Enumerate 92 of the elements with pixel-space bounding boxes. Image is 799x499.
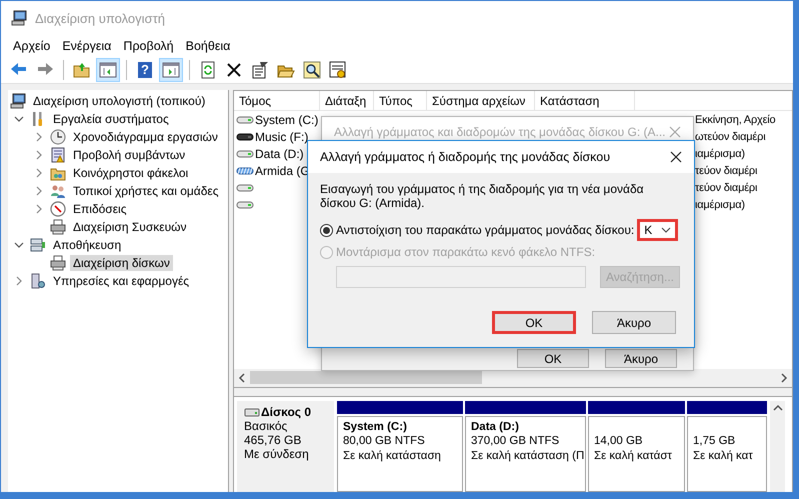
drive-letter-dropdown[interactable]: K [637, 219, 678, 241]
storage-icon [30, 237, 46, 253]
tree-item[interactable]: Διαχείριση Συσκευών [70, 219, 190, 235]
chevron-down-icon[interactable] [14, 240, 24, 250]
properties-icon [250, 60, 270, 80]
settings-icon [328, 60, 348, 80]
action-pane-icon [161, 60, 181, 80]
column-header[interactable]: Τύπος [374, 91, 427, 110]
computer-icon [11, 10, 27, 26]
tree-item[interactable]: Επιδόσεις [70, 201, 130, 217]
tree-item[interactable]: Υπηρεσίες και εφαρμογές [50, 273, 192, 289]
users-icon [50, 183, 66, 199]
option-label: Μοντάρισμα στον παρακάτω κενό φάκελο NTFS: [336, 245, 596, 259]
printer-icon [50, 219, 66, 235]
menu-item[interactable]: Προβολή [117, 39, 180, 53]
partition-status: Σε καλή κατάσταση (Π [471, 448, 582, 464]
tree-item[interactable]: Προβολή συμβάντων [70, 147, 188, 163]
table-cell: Εκκίνηση, Αρχείο [695, 114, 776, 126]
partition-block[interactable]: Data (D:) 370,00 GB NTFS Σε καλή κατάσταση (Π [465, 416, 586, 492]
dialog-prompt: Εισαγωγή του γράμματος ή της διαδρομής για τη νέα μονάδα δίσκου G: (Armida). [320, 182, 645, 210]
partition-name: System (C:) [343, 420, 408, 434]
action-pane-button[interactable] [159, 58, 183, 82]
disk-name: Δίσκος 0 [261, 404, 312, 419]
scrollbar-thumb[interactable] [250, 371, 482, 384]
chevron-right-icon[interactable] [34, 204, 44, 214]
tree-item[interactable]: Εργαλεία συστήματος [50, 111, 172, 127]
console-tree-icon [98, 60, 118, 80]
radio-button[interactable] [320, 224, 333, 236]
services-icon [30, 273, 46, 289]
table-cell: ιαμέρισμα) [695, 198, 745, 210]
column-header[interactable]: Διάταξη [320, 91, 374, 110]
chevron-right-icon[interactable] [34, 132, 44, 142]
tree-item[interactable]: Τοπικοί χρήστες και ομάδες [70, 183, 222, 199]
chevron-down-icon [661, 226, 671, 234]
menu-item[interactable]: Βοήθεια [180, 39, 236, 53]
scroll-left-icon[interactable] [238, 372, 246, 383]
partition-status: Σε καλή κατάσταση [343, 448, 442, 464]
partition-size: 14,00 GB [594, 434, 644, 449]
column-header[interactable]: Σύστημα αρχείων [427, 91, 535, 110]
column-header[interactable]: Κατάσταση [535, 91, 635, 110]
chevron-right-icon[interactable] [34, 168, 44, 178]
dialog-button[interactable]: OK [517, 349, 589, 368]
partition-size: 1,75 GB [693, 434, 736, 449]
tree-item[interactable]: Αποθήκευση [50, 237, 124, 253]
dialog-title: Αλλαγή γράμματος και διαδρομών της μονάδας δίσκου G: (A... [334, 125, 666, 139]
menu-item[interactable]: Ενέργεια [56, 39, 118, 53]
volume-name: System (C:) [255, 112, 318, 126]
help-button[interactable]: ? [133, 58, 157, 82]
column-header[interactable]: Τόμος [234, 91, 320, 110]
scroll-up-icon[interactable] [772, 404, 782, 412]
table-cell: τεύον διαμέρι [695, 182, 758, 194]
computer-icon [10, 93, 26, 109]
tree-item[interactable]: Διαχείριση δίσκων [70, 255, 173, 271]
partition-size: 80,00 GB NTFS [343, 434, 426, 449]
menu-item[interactable]: Αρχείο [7, 39, 56, 53]
partition-status: Σε καλή κατάστ [594, 448, 673, 464]
volume-name: Music (F:) [255, 130, 308, 144]
tree-item[interactable]: Κοινόχρηστοι φάκελοι [70, 165, 192, 181]
close-icon[interactable] [670, 151, 682, 163]
chevron-down-icon[interactable] [14, 114, 24, 124]
partition-name: Data (D:) [471, 420, 520, 434]
chevron-right-icon[interactable] [34, 186, 44, 196]
disk-size: 465,76 GB [244, 432, 302, 447]
chevron-right-icon[interactable] [14, 276, 24, 286]
partition-size: 370,00 GB NTFS [471, 434, 560, 449]
option-label: Αντιστοίχιση του παρακάτω γράμματος μονάδας δίσκου: [336, 223, 634, 237]
partition-block[interactable]: 14,00 GB Σε καλή κατάστ [588, 416, 685, 492]
help-icon [135, 60, 155, 80]
tree-item[interactable]: Διαχείριση υπολογιστή (τοπικού) [30, 93, 208, 109]
disk-type: Βασικός [244, 418, 288, 433]
printer-icon [50, 255, 66, 271]
event-log-icon [50, 147, 66, 163]
magnifier-icon [302, 60, 322, 80]
chevron-right-icon[interactable] [34, 150, 44, 160]
volume-name: Data (D:) [255, 146, 304, 160]
partition-status: Σε καλή κατ [693, 448, 754, 464]
table-cell: ωτεύον διαμέρι [695, 130, 766, 142]
dialog-button[interactable]: Άκυρο [605, 349, 677, 368]
partition-block[interactable]: 1,75 GB Σε καλή κατ [687, 416, 767, 492]
dialog-button[interactable]: OK [492, 311, 576, 334]
clock-icon [50, 129, 66, 145]
dialog-title: Αλλαγή γράμματος ή διαδρομής της μονάδας δίσκου [320, 150, 610, 164]
table-cell: τεύον διαμέρι [695, 164, 758, 176]
gauge-icon [50, 201, 66, 217]
table-cell: ιαμέρισμα) [695, 148, 745, 160]
scroll-right-icon[interactable] [780, 372, 788, 383]
disk-status: Με σύνδεση [244, 446, 310, 461]
dialog-button[interactable]: Άκυρο [592, 311, 676, 334]
partition-block[interactable]: System (C:) 80,00 GB NTFS Σε καλή κατάσταση [337, 416, 463, 492]
window-title: Διαχείριση υπολογιστή [35, 10, 165, 26]
tree-item[interactable]: Χρονοδιάγραμμα εργασιών [70, 129, 221, 145]
console-tree-button[interactable] [96, 58, 120, 82]
